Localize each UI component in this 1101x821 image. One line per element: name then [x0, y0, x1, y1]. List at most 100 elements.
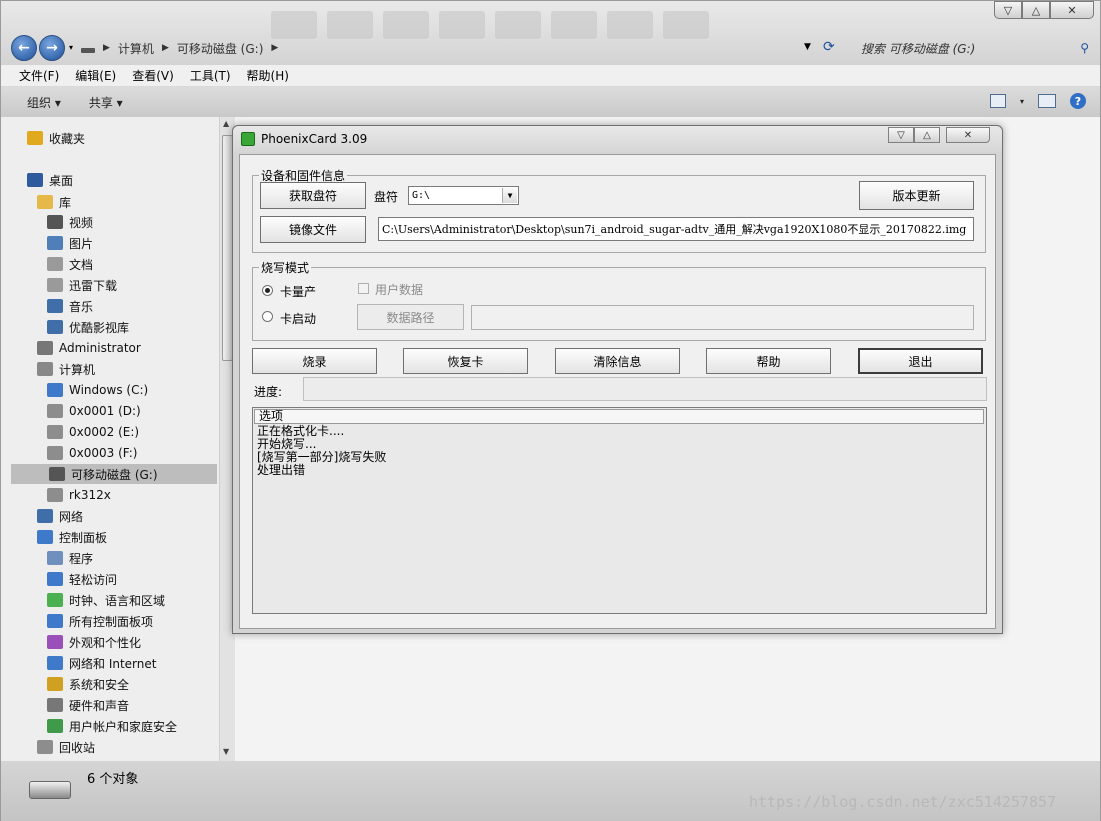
sidebar-item[interactable]: rk312x [47, 485, 111, 505]
menu-tools[interactable]: 工具(T) [190, 67, 231, 84]
menu-help[interactable]: 帮助(H) [247, 67, 289, 84]
get-drive-button[interactable]: 获取盘符 [260, 182, 366, 209]
recent-pages-chevron-icon[interactable]: ▾ [69, 43, 73, 52]
sidebar-item[interactable]: 库 [37, 192, 71, 212]
image-path-field[interactable]: C:\Users\Administrator\Desktop\sun7i_and… [378, 217, 974, 241]
dialog-close-button[interactable]: ✕ [946, 127, 990, 143]
scroll-down-icon[interactable]: ▼ [223, 747, 229, 756]
view-dropdown-icon[interactable]: ▾ [1020, 97, 1024, 106]
programs-icon [47, 551, 63, 565]
sidebar-item[interactable]: 所有控制面板项 [47, 611, 153, 631]
mass-production-radio[interactable] [262, 285, 273, 296]
appearance-icon [47, 635, 63, 649]
address-dropdown-icon[interactable]: ▼ [804, 42, 811, 52]
log-list[interactable]: 选项 正在格式化卡.... 开始烧写... [烧写第一部分]烧写失败 处理出错 [252, 407, 987, 614]
sidebar-item[interactable]: 优酷影视库 [47, 317, 129, 337]
share-button[interactable]: 共享 ▾ [89, 94, 123, 111]
close-button[interactable]: ✕ [1050, 1, 1094, 19]
sidebar-item[interactable]: 桌面 [27, 170, 73, 190]
drive-icon [47, 446, 63, 460]
sidebar-item[interactable]: Windows (C:) [47, 380, 148, 400]
data-path-button[interactable]: 数据路径 [357, 304, 464, 330]
sidebar-item-label: 用户帐户和家庭安全 [69, 719, 178, 734]
forward-button[interactable]: → [39, 35, 65, 61]
sidebar-item[interactable]: 轻松访问 [47, 569, 117, 589]
search-box[interactable]: 搜索 可移动磁盘 (G:) ⚲ [857, 37, 1093, 59]
sidebar-item[interactable]: 网络 [37, 506, 83, 526]
sidebar-item-label: 0x0003 (F:) [69, 446, 138, 460]
sidebar-item[interactable]: 回收站 [37, 737, 95, 757]
address-bar[interactable]: ▶ 计算机 ▶ 可移动磁盘 (G:) ▶ [81, 37, 816, 59]
sidebar-item[interactable]: 音乐 [47, 296, 93, 316]
sidebar-item[interactable]: 时钟、语言和区域 [47, 590, 165, 610]
version-update-button[interactable]: 版本更新 [859, 181, 974, 210]
breadcrumb-computer[interactable]: 计算机 [118, 40, 154, 57]
data-path-field[interactable] [471, 305, 974, 330]
sidebar-item[interactable]: 0x0003 (F:) [47, 443, 137, 463]
breadcrumb-separator-icon[interactable]: ▶ [103, 43, 110, 53]
sidebar-item[interactable]: 计算机 [37, 359, 95, 379]
maximize-button[interactable]: △ [1022, 1, 1050, 19]
sidebar-item[interactable]: 0x0001 (D:) [47, 401, 141, 421]
userdata-checkbox[interactable] [358, 283, 369, 294]
minimize-button[interactable]: ▽ [994, 1, 1022, 19]
dialog-title-bar[interactable]: PhoenixCard 3.09 ▽ △ ✕ [233, 126, 1002, 152]
control-panel-icon [37, 530, 53, 544]
back-button[interactable]: ← [11, 35, 37, 61]
breadcrumb-separator-icon[interactable]: ▶ [162, 43, 169, 53]
sidebar-item[interactable]: 视频 [47, 212, 93, 232]
sidebar-item[interactable]: 迅雷下载 [47, 275, 117, 295]
sidebar-item[interactable]: 用户帐户和家庭安全 [47, 716, 177, 736]
phoenixcard-app-icon [241, 132, 255, 146]
sidebar-item[interactable]: 0x0002 (E:) [47, 422, 139, 442]
card-boot-radio[interactable] [262, 311, 273, 322]
dialog-maximize-button[interactable]: △ [914, 127, 940, 143]
sidebar-item[interactable]: 硬件和声音 [47, 695, 129, 715]
search-input[interactable]: 搜索 可移动磁盘 (G:) [861, 40, 975, 57]
sidebar-item[interactable]: 可移动磁盘 (G:) [11, 464, 217, 484]
sidebar-item-label: 回收站 [59, 740, 96, 755]
accessibility-icon [47, 572, 63, 586]
dialog-body: 设备和固件信息 获取盘符 盘符 G:\ ▼ 版本更新 镜像文件 C:\Users… [239, 154, 996, 629]
organize-button[interactable]: 组织 ▾ [27, 94, 61, 111]
menu-view[interactable]: 查看(V) [132, 67, 174, 84]
refresh-icon[interactable]: ⟳ [823, 39, 835, 55]
sidebar-item[interactable]: 网络和 Internet [47, 653, 156, 673]
sidebar-item[interactable]: 文档 [47, 254, 93, 274]
burn-mode-legend: 烧写模式 [261, 261, 310, 275]
dialog-minimize-button[interactable]: ▽ [888, 127, 914, 143]
mass-production-label[interactable]: 卡量产 [280, 283, 316, 300]
sidebar-item[interactable]: 收藏夹 [27, 128, 85, 148]
menu-file[interactable]: 文件(F) [19, 67, 59, 84]
users-icon [47, 719, 63, 733]
sidebar-item[interactable]: Administrator [37, 338, 141, 358]
image-file-button[interactable]: 镜像文件 [260, 216, 366, 243]
restore-card-button[interactable]: 恢复卡 [403, 348, 528, 374]
clear-info-button[interactable]: 清除信息 [555, 348, 680, 374]
sidebar-item-label: 音乐 [69, 299, 94, 314]
menu-edit[interactable]: 编辑(E) [75, 67, 116, 84]
sidebar-item[interactable]: 系统和安全 [47, 674, 129, 694]
burn-button[interactable]: 烧录 [252, 348, 377, 374]
userdata-label[interactable]: 用户数据 [375, 281, 423, 298]
search-icon[interactable]: ⚲ [1080, 41, 1089, 55]
scroll-up-icon[interactable]: ▲ [223, 119, 229, 128]
sidebar-item[interactable]: 外观和个性化 [47, 632, 141, 652]
sidebar-item[interactable]: 程序 [47, 548, 93, 568]
breadcrumb-separator-icon[interactable]: ▶ [271, 43, 278, 53]
preview-pane-icon[interactable] [1038, 94, 1056, 108]
drive-select[interactable]: G:\ ▼ [408, 186, 519, 205]
desktop-icon [27, 173, 43, 187]
sidebar-item[interactable]: 控制面板 [37, 527, 107, 547]
help-icon[interactable]: ? [1070, 93, 1086, 109]
log-column-header[interactable]: 选项 [254, 409, 984, 424]
breadcrumb-drive[interactable]: 可移动磁盘 (G:) [177, 40, 264, 57]
chevron-down-icon[interactable]: ▼ [502, 188, 517, 203]
exit-button[interactable]: 退出 [858, 348, 983, 374]
card-boot-label[interactable]: 卡启动 [280, 310, 316, 327]
sidebar-item-label: Windows (C:) [69, 383, 149, 397]
sidebar-item[interactable]: 图片 [47, 233, 93, 253]
help-button[interactable]: 帮助 [706, 348, 831, 374]
sidebar-item-label: 计算机 [59, 362, 96, 377]
view-options-icon[interactable] [989, 94, 1006, 108]
